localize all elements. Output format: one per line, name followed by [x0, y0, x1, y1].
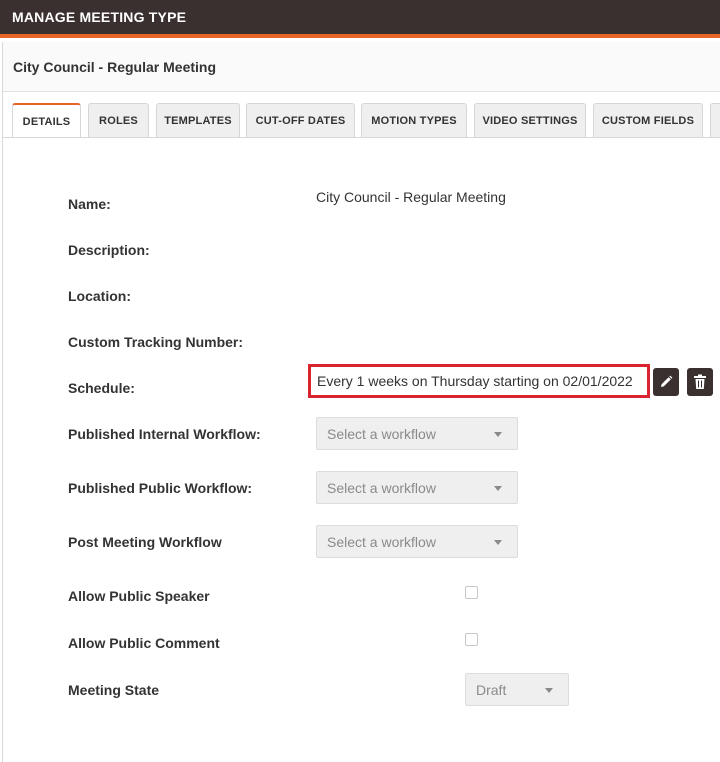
chevron-down-icon: [545, 688, 553, 693]
public-comment-checkbox[interactable]: [465, 633, 478, 646]
page-header: MANAGE MEETING TYPE: [0, 0, 720, 38]
name-value: City Council - Regular Meeting: [316, 189, 506, 205]
post-workflow-label: Post Meeting Workflow: [68, 534, 222, 550]
tracking-number-label: Custom Tracking Number:: [68, 334, 244, 350]
chevron-down-icon: [494, 486, 502, 491]
public-workflow-label: Published Public Workflow:: [68, 480, 253, 496]
delete-schedule-button[interactable]: [687, 368, 713, 396]
tab-custom-fields[interactable]: CUSTOM FIELDS: [593, 103, 703, 137]
chevron-down-icon: [494, 432, 502, 437]
meeting-state-value: Draft: [476, 681, 507, 698]
public-comment-label: Allow Public Comment: [68, 635, 220, 651]
public-speaker-label: Allow Public Speaker: [68, 588, 210, 604]
page-title: MANAGE MEETING TYPE: [12, 9, 187, 25]
tab-details[interactable]: DETAILS: [12, 103, 81, 137]
tab-overflow[interactable]: [710, 103, 720, 137]
meeting-state-label: Meeting State: [68, 682, 160, 698]
tab-cut-off-dates[interactable]: CUT-OFF DATES: [246, 103, 355, 137]
tab-roles[interactable]: ROLES: [88, 103, 149, 137]
trash-icon: [694, 374, 706, 389]
pencil-icon: [661, 375, 673, 387]
location-label: Location:: [68, 288, 131, 304]
public-speaker-checkbox[interactable]: [465, 586, 478, 599]
internal-workflow-label: Published Internal Workflow:: [68, 426, 261, 442]
schedule-label: Schedule:: [68, 380, 135, 396]
meeting-state-select[interactable]: Draft: [465, 673, 569, 706]
tab-motion-types[interactable]: MOTION TYPES: [361, 103, 467, 137]
schedule-value: Every 1 weeks on Thursday starting on 02…: [308, 364, 650, 398]
chevron-down-icon: [494, 540, 502, 545]
description-label: Description:: [68, 242, 150, 258]
name-label: Name:: [68, 196, 111, 212]
meeting-type-panel: City Council - Regular Meeting DETAILS R…: [2, 42, 720, 762]
meeting-type-name: City Council - Regular Meeting: [13, 58, 217, 75]
internal-workflow-select[interactable]: Select a workflow: [316, 417, 518, 450]
post-workflow-select[interactable]: Select a workflow: [316, 525, 518, 558]
tab-video-settings[interactable]: VIDEO SETTINGS: [474, 103, 586, 137]
edit-schedule-button[interactable]: [653, 368, 679, 396]
post-workflow-value: Select a workflow: [327, 533, 436, 550]
internal-workflow-value: Select a workflow: [327, 425, 436, 442]
tab-bar: DETAILS ROLES TEMPLATES CUT-OFF DATES MO…: [3, 92, 720, 138]
public-workflow-select[interactable]: Select a workflow: [316, 471, 518, 504]
tab-templates[interactable]: TEMPLATES: [156, 103, 240, 137]
meeting-type-header: City Council - Regular Meeting: [3, 42, 720, 92]
public-workflow-value: Select a workflow: [327, 479, 436, 496]
